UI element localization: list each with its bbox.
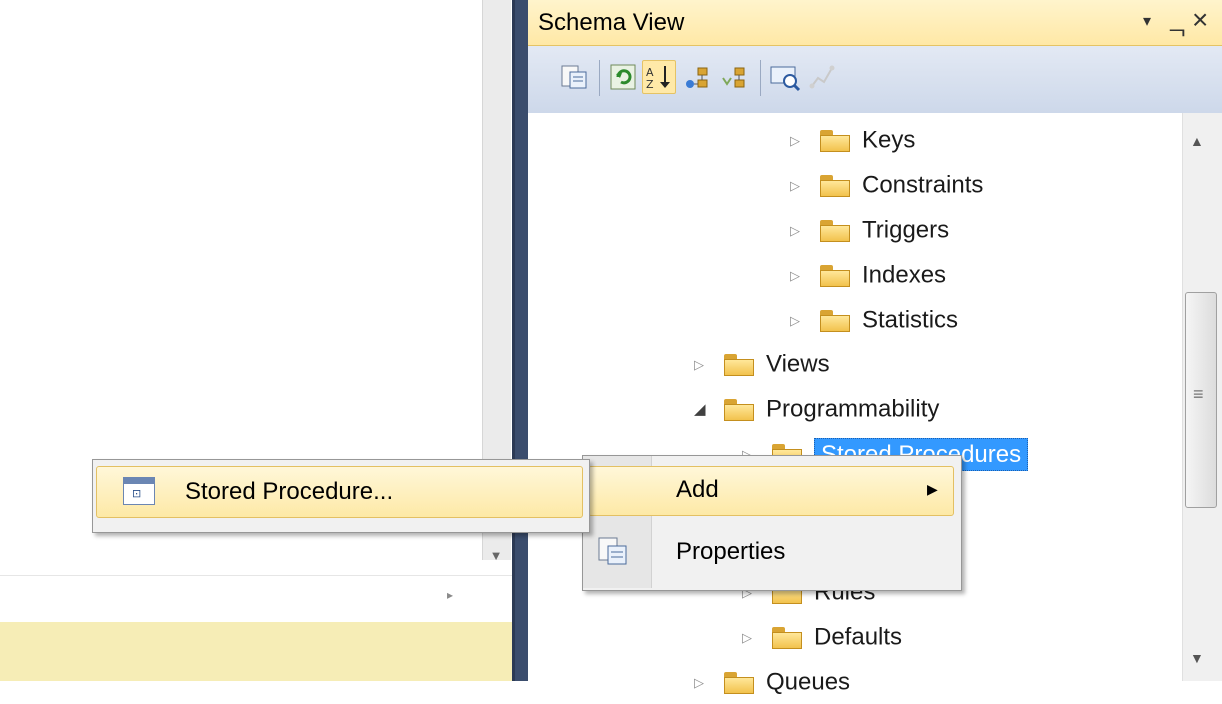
find-button[interactable] <box>768 60 802 94</box>
tree-item-queues[interactable]: ▷ Queues <box>694 661 850 703</box>
tree-item-triggers[interactable]: ▷ Triggers <box>790 209 949 251</box>
folder-icon <box>818 309 852 333</box>
tree-item-label: Keys <box>862 126 916 154</box>
folder-icon <box>818 219 852 243</box>
folder-icon <box>818 129 852 153</box>
tree-item-programmability[interactable]: ◢ Programmability <box>694 388 939 430</box>
dependency-icon <box>809 65 835 89</box>
menu-item-add-label: Add <box>676 476 719 503</box>
editor-row[interactable] <box>0 575 512 620</box>
folder-icon <box>722 671 756 695</box>
expand-arrow-icon[interactable]: ▷ <box>790 165 812 207</box>
submenu-arrow-icon: ▶ <box>927 481 938 497</box>
editor-row-arrow-icon[interactable]: ▸ <box>440 583 460 607</box>
find-icon <box>770 66 801 92</box>
auto-hide-pin-icon[interactable]: ᆨ <box>1166 6 1188 41</box>
scroll-down-icon[interactable]: ▼ <box>1190 650 1204 666</box>
tree-item-label: Programmability <box>766 395 940 423</box>
menu-item-properties[interactable]: Properties <box>676 538 785 566</box>
expand-arrow-icon[interactable]: ▷ <box>694 344 716 386</box>
menu-item-stored-procedure-label: Stored Procedure... <box>185 478 394 505</box>
expand-arrow-icon[interactable]: ▷ <box>790 210 812 252</box>
expand-arrow-icon[interactable]: ▷ <box>742 617 764 659</box>
stored-procedure-icon: ⊡ <box>123 477 155 505</box>
toolbar-separator <box>760 60 761 96</box>
tree-item-statistics[interactable]: ▷ Statistics <box>790 299 958 341</box>
schema-compare-icon <box>686 67 708 88</box>
sort-alphabetically-button[interactable]: A Z <box>642 60 676 94</box>
folder-icon <box>722 398 756 422</box>
schema-compare-button[interactable] <box>683 60 717 94</box>
properties-icon <box>596 534 632 573</box>
close-panel-icon[interactable]: × <box>1192 4 1208 36</box>
tree-item-defaults[interactable]: ▷ Defaults <box>742 616 902 658</box>
dependency-button[interactable] <box>806 60 840 94</box>
sort-alphabetical-icon: A Z <box>646 66 670 91</box>
tree-item-keys[interactable]: ▷ Keys <box>790 119 915 161</box>
tree-item-views[interactable]: ▷ Views <box>694 343 830 385</box>
schema-filter-icon <box>722 67 745 88</box>
panel-title: Schema View <box>538 9 685 36</box>
folder-icon <box>818 264 852 288</box>
expand-arrow-icon[interactable]: ▷ <box>790 120 812 162</box>
tree-item-label: Statistics <box>862 306 959 334</box>
tree-item-indexes[interactable]: ▷ Indexes <box>790 254 946 296</box>
refresh-icon <box>610 64 636 90</box>
window-position-dropdown-icon[interactable]: ▾ <box>1143 11 1151 31</box>
refresh-button[interactable] <box>607 60 641 94</box>
tree-item-label: Triggers <box>862 216 950 244</box>
folder-icon <box>818 174 852 198</box>
schema-filter-button[interactable] <box>720 60 754 94</box>
tree-item-label: Indexes <box>862 261 947 289</box>
svg-text:Z: Z <box>646 78 654 91</box>
toolbar-separator <box>599 60 600 96</box>
scroll-up-icon[interactable]: ▲ <box>1190 133 1204 149</box>
folder-icon <box>722 353 756 377</box>
scroll-grip-icon: ≡ <box>1193 384 1204 404</box>
expand-arrow-icon[interactable]: ▷ <box>790 300 812 342</box>
properties-icon <box>561 65 587 89</box>
tree-item-label: Constraints <box>862 171 984 199</box>
editor-highlighted-row[interactable] <box>0 622 515 681</box>
tree-item-label: Views <box>766 350 830 378</box>
folder-icon <box>770 626 804 650</box>
expand-arrow-icon[interactable]: ▷ <box>694 662 716 704</box>
pane-splitter[interactable] <box>512 0 528 681</box>
expand-arrow-icon[interactable]: ▷ <box>790 255 812 297</box>
collapse-arrow-icon[interactable]: ◢ <box>694 389 716 431</box>
tree-item-constraints[interactable]: ▷ Constraints <box>790 164 983 206</box>
menu-item-add[interactable] <box>588 466 954 516</box>
tree-item-label: Defaults <box>814 623 903 651</box>
tree-item-label: Queues <box>766 668 851 696</box>
editor-scroll-down-icon[interactable]: ▼ <box>482 545 510 567</box>
properties-button[interactable] <box>558 60 592 94</box>
